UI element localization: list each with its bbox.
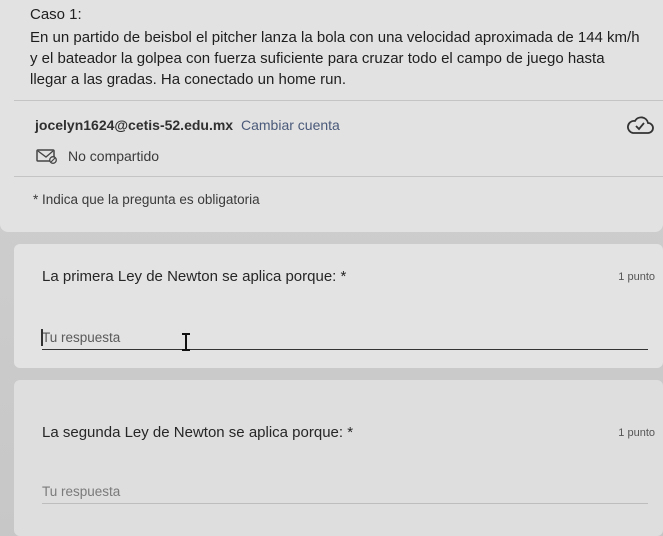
not-shared-icon <box>36 149 57 164</box>
case-title: Caso 1: <box>30 6 82 23</box>
text-caret <box>41 329 43 346</box>
account-row: jocelyn1624@cetis-52.edu.mx Cambiar cuen… <box>35 117 340 133</box>
question-text: La segunda Ley de Newton se aplica porqu… <box>42 424 354 441</box>
case-description: En un partido de beisbol el pitcher lanz… <box>30 29 640 88</box>
cloud-check-icon <box>627 116 654 134</box>
question-points: 1 punto <box>618 271 655 283</box>
answer-input[interactable] <box>42 330 648 350</box>
switch-account-link[interactable]: Cambiar cuenta <box>241 117 340 133</box>
divider <box>14 176 663 177</box>
account-email: jocelyn1624@cetis-52.edu.mx <box>35 117 234 133</box>
share-status-label: No compartido <box>68 148 160 164</box>
question-points: 1 punto <box>618 427 655 439</box>
question-text: La primera Ley de Newton se aplica porqu… <box>42 268 347 285</box>
form-page: Caso 1: En un partido de beisbol el pitc… <box>0 0 663 536</box>
question-card <box>14 380 663 536</box>
share-status: No compartido <box>36 148 159 164</box>
answer-input[interactable] <box>42 484 648 504</box>
text-cursor-icon <box>182 333 190 351</box>
required-note: * Indica que la pregunta es obligatoria <box>33 192 260 207</box>
divider <box>14 100 663 101</box>
form-header-card: Caso 1: En un partido de beisbol el pitc… <box>0 0 663 232</box>
